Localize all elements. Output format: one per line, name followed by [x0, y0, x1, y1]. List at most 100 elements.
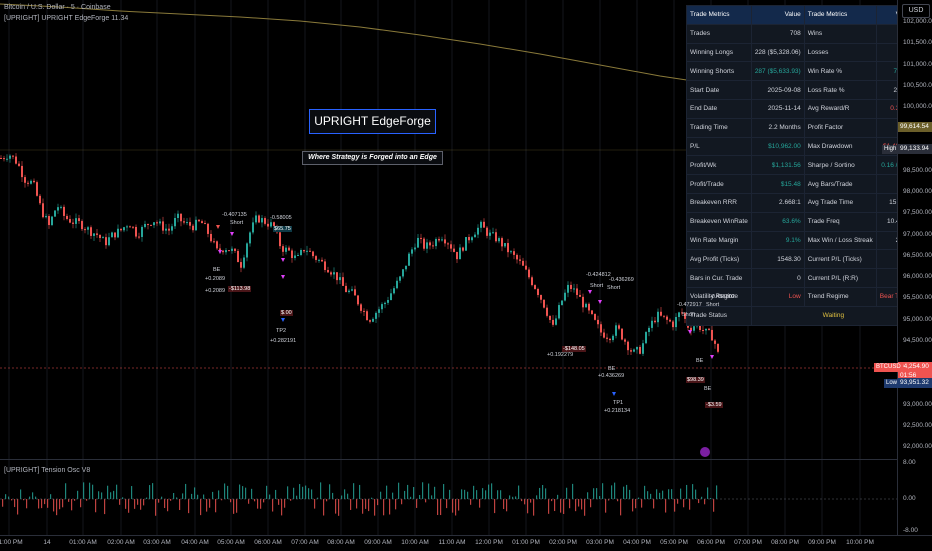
oscillator-bar [128, 499, 130, 513]
oscillator-bar [26, 499, 28, 509]
oscillator-bar [290, 499, 292, 501]
metric-value: 2025-09-08 [750, 80, 805, 100]
metric-label: Avg Profit (Ticks) [686, 249, 752, 270]
oscillator-bar [416, 499, 418, 508]
oscillator-bar [593, 488, 595, 499]
currency-button[interactable]: USD [902, 4, 930, 18]
candle-body [633, 349, 635, 352]
oscillator-bar [287, 486, 289, 499]
metric-label: Wins [803, 23, 877, 44]
trade-annotation: Short [590, 283, 604, 289]
pane-separator[interactable] [0, 459, 897, 460]
candle-body [351, 289, 353, 291]
oscillator-bar [392, 492, 394, 499]
metric-label: Current P/L (Ticks) [803, 249, 877, 270]
candle-body [111, 232, 113, 238]
candle-body [396, 280, 398, 289]
oscillator-bar [599, 496, 601, 499]
time-tick: 11:00 PM [0, 539, 23, 546]
oscillator-bar [626, 484, 628, 499]
trade-arrow-icon [588, 290, 592, 294]
oscillator-bar [656, 489, 658, 499]
metrics-row: Profit/Trade$15.48Avg Bars/Trade2.2 [686, 174, 916, 194]
oscillator-bar [644, 485, 646, 499]
candle-body [441, 239, 443, 241]
candle-body [258, 215, 260, 223]
candle-body [93, 233, 95, 236]
metric-value: 2.668:1 [750, 192, 805, 213]
trade-status-value: Waiting [750, 305, 916, 326]
trade-annotation: +0.192279 [547, 352, 574, 358]
trade-annotation: BE [696, 358, 704, 364]
oscillator-bar [548, 499, 550, 514]
candle-body [450, 244, 452, 249]
metric-label: Avg Bars/Trade [803, 174, 877, 194]
time-tick: 03:00 PM [586, 539, 614, 546]
oscillator-bar [581, 499, 583, 510]
oscillator-bar [125, 499, 127, 509]
oscillator-bar [95, 499, 97, 513]
oscillator-bar [110, 492, 112, 499]
oscillator-bar [545, 488, 547, 499]
candle-body [399, 276, 401, 281]
candle-body [297, 255, 299, 257]
oscillator-bar [113, 490, 115, 499]
oscillator-bar [77, 490, 79, 499]
oscillator-bar [536, 495, 538, 499]
candle-body [66, 215, 68, 220]
price-tick: 93,000.00 [903, 400, 932, 408]
candle-body [540, 294, 542, 300]
price-axis[interactable]: USD 102,000.00 101,500.00 101,000.00 100,50… [897, 0, 932, 535]
oscillator-bar [401, 499, 403, 505]
oscillator-bar [101, 492, 103, 499]
candle-body [189, 222, 191, 226]
oscillator-bar [425, 499, 427, 503]
metrics-row: Breakeven WinRate63.6%Trade Freq10.4/day [686, 211, 916, 232]
oscillator-bar [299, 484, 301, 499]
candle-body [576, 288, 578, 295]
candle-body [198, 219, 200, 222]
oscillator-bar [119, 499, 121, 505]
metrics-row: Win Rate Margin 9.1% Max Win / Loss Streak… [686, 230, 916, 251]
oscillator-bar [263, 499, 265, 503]
oscillator-bar [254, 499, 256, 502]
trade-metrics-table: Trade Metrics Value Trade Metrics Value … [686, 5, 916, 326]
replay-icon[interactable] [700, 447, 710, 457]
candle-body [21, 165, 23, 178]
metrics-header: Value [750, 5, 805, 25]
candle-body [246, 243, 248, 258]
oscillator-bar [362, 499, 364, 514]
candle-body [414, 247, 416, 250]
oscillator-bar [596, 488, 598, 499]
candle-body [648, 327, 650, 333]
oscillator-bar [485, 490, 487, 499]
time-axis[interactable]: 11:00 PM 14 01:00 AM 02:00 AM 03:00 AM 04:00 … [0, 535, 932, 551]
candle-body [609, 338, 611, 341]
candle-body [210, 233, 212, 242]
metric-value: 9.1% [750, 230, 805, 251]
candle-body [213, 241, 215, 243]
symbol-legend[interactable]: Bitcoin / U.S. Dollar · 5 · Coinbase [4, 4, 111, 11]
time-tick: 06:00 PM [697, 539, 725, 546]
oscillator-legend[interactable]: [UPRIGHT] Tension Osc V8 [4, 467, 90, 474]
metric-label: Winning Longs [686, 42, 752, 63]
trade-annotation: $65.75 [273, 226, 292, 232]
oscillator-bar [38, 499, 40, 509]
candle-body [123, 227, 125, 231]
candle-body [69, 219, 71, 223]
candle-body [585, 303, 587, 308]
metric-label: Losses [803, 42, 877, 63]
oscillator-bar [194, 487, 196, 499]
candle-body [708, 328, 710, 330]
indicator-legend[interactable]: [UPRIGHT] UPRIGHT EdgeForge 11.34 [4, 15, 128, 22]
oscillator-bar [458, 499, 460, 511]
oscillator-bar [152, 483, 154, 499]
oscillator-bar [563, 499, 565, 514]
metrics-row: Winning Longs228 ($5,328.06)Losses193 [686, 42, 916, 63]
oscillator-bar [170, 499, 172, 501]
candle-body [528, 269, 530, 278]
candle-body [135, 226, 137, 237]
candle-body [519, 259, 521, 261]
candle-body [513, 251, 515, 255]
metric-label: P/L [686, 136, 752, 157]
